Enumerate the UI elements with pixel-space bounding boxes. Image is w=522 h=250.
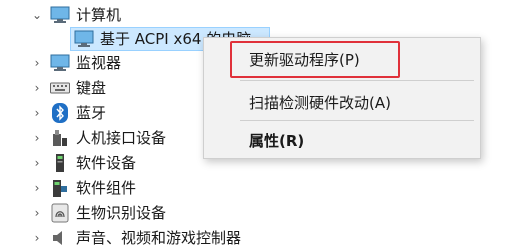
chevron-right-icon[interactable]: ›: [28, 231, 46, 245]
tree-label-software-devices: 软件设备: [76, 154, 137, 172]
chevron-right-icon[interactable]: ›: [28, 206, 46, 220]
annotation-highlight-box: [230, 41, 400, 78]
menu-divider: [240, 80, 474, 81]
tree-label-biometric: 生物识别设备: [76, 204, 167, 222]
tree-node-bluetooth[interactable]: › 蓝牙: [28, 101, 106, 125]
menu-item-scan-hardware[interactable]: 扫描检测硬件改动(A): [204, 87, 480, 117]
tree-label-computer: 计算机: [76, 6, 122, 24]
menu-item-properties[interactable]: 属性(R): [204, 125, 480, 155]
monitor-icon: [50, 5, 70, 25]
tree-label-hid: 人机接口设备: [76, 129, 167, 147]
tree-node-keyboards[interactable]: › 键盘: [28, 76, 106, 100]
tree-label-monitors: 监视器: [76, 54, 122, 72]
speaker-icon: [50, 228, 70, 248]
tree-label-keyboards: 键盘: [76, 79, 107, 97]
tree-node-monitors[interactable]: › 监视器: [28, 51, 121, 75]
tree-node-hid[interactable]: › 人机接口设备: [28, 126, 166, 150]
tree-node-biometric[interactable]: › 生物识别设备: [28, 201, 166, 225]
monitor-icon: [74, 29, 94, 49]
fingerprint-icon: [50, 203, 70, 223]
keyboard-icon: [50, 78, 70, 98]
tree-label-bluetooth: 蓝牙: [76, 104, 107, 122]
tree-node-computer[interactable]: ⌄ 计算机: [28, 3, 121, 27]
tree-label-sound-video: 声音、视频和游戏控制器: [76, 229, 242, 247]
chevron-right-icon[interactable]: ›: [28, 81, 46, 95]
hid-icon: [50, 128, 70, 148]
chevron-right-icon[interactable]: ›: [28, 106, 46, 120]
software-component-icon: [50, 178, 70, 198]
chevron-right-icon[interactable]: ›: [28, 181, 46, 195]
chevron-down-icon[interactable]: ⌄: [28, 8, 46, 22]
menu-item-scan-hardware-label: 扫描检测硬件改动(A): [249, 93, 391, 112]
tree-node-software-devices[interactable]: › 软件设备: [28, 151, 136, 175]
chevron-right-icon[interactable]: ›: [28, 131, 46, 145]
software-device-icon: [50, 153, 70, 173]
bluetooth-icon: [50, 103, 70, 123]
chevron-right-icon[interactable]: ›: [28, 156, 46, 170]
tree-node-sound-video[interactable]: › 声音、视频和游戏控制器: [28, 226, 241, 250]
menu-item-properties-label: 属性(R): [249, 131, 305, 150]
menu-divider: [240, 120, 474, 121]
tree-label-software-components: 软件组件: [76, 179, 137, 197]
monitor-icon: [50, 53, 70, 73]
tree-node-software-components[interactable]: › 软件组件: [28, 176, 136, 200]
chevron-right-icon[interactable]: ›: [28, 56, 46, 70]
